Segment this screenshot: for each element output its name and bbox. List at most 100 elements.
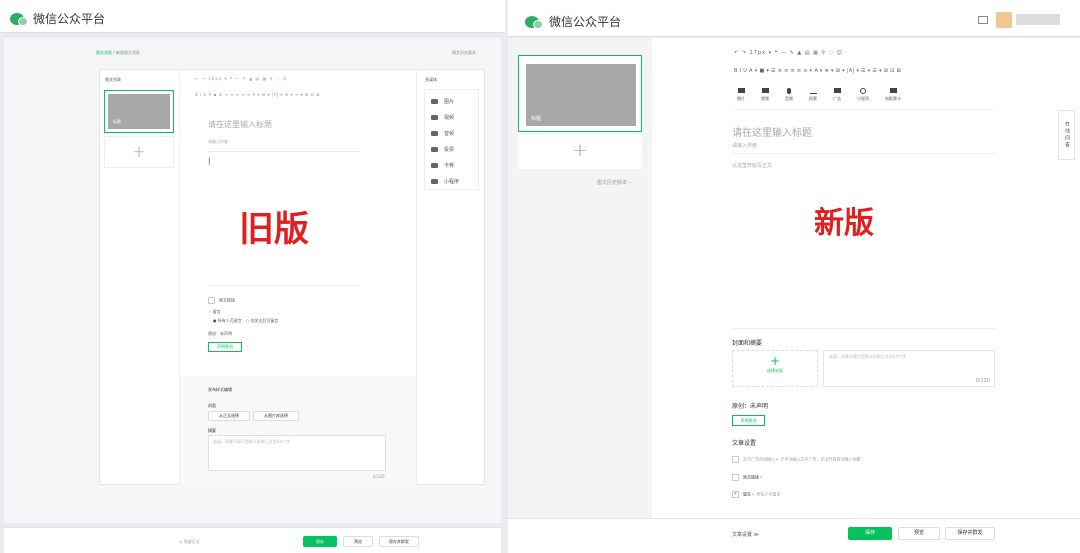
mail-icon[interactable] [978,16,988,24]
new-title-line [732,153,996,154]
new-media-video[interactable]: 视频 [756,86,774,102]
old-toolbar-row1[interactable]: ← → 16px ▾ ❝ — ✎ ▲ ▤ ▦ ⚲ ◌ ☺ [195,76,288,81]
ad-icon [833,88,841,93]
new-settings-link[interactable]: 文章设置 ≫ [732,531,759,538]
new-media-bar: 图片 视频 音频 投票 广告 小程序 电影票卡 [732,86,906,102]
avatar[interactable] [996,12,1012,28]
new-original-status: 原创：未声明 [732,403,769,410]
new-toolbar-divider [732,109,996,110]
old-save-send-button[interactable]: 保存并群发 [379,536,419,547]
old-summary-input[interactable]: 选填，如果不填写会默认抓取正文前54个字 [208,435,386,471]
old-media-divider [416,69,417,485]
new-comment-toggle[interactable]: ✓ 留言 › 所有人可留言 [732,491,780,498]
check-icon: ✓ [208,309,212,314]
old-cover-card[interactable]: 标题 [104,90,174,133]
old-preview-button[interactable]: 预览 [343,536,373,547]
video-icon [761,88,769,93]
radio-all[interactable]: ● 所有人可留言 [213,318,242,323]
old-from-article-button[interactable]: 从正文选择 [208,411,250,421]
new-save-send-button[interactable]: 保存并群发 [945,527,995,540]
new-summary-input[interactable]: 选填，如果不填写会默认抓取正文前54个字 0/120 [823,350,995,387]
new-media-miniprogram[interactable]: 小程序 [852,86,874,102]
old-cover-heading: 封面 [208,403,216,408]
new-version-label: 新版 [814,206,874,241]
old-summary-heading: 摘要 [208,428,216,433]
new-article-settings-heading: 文章设置 [732,440,757,447]
old-logo[interactable]: 微信公众平台 [10,10,105,27]
new-cover-card[interactable]: 标题 [518,55,642,132]
poll-icon [809,88,817,94]
new-declare-original-button[interactable]: 声明原创 [732,415,765,426]
new-ad-insert[interactable]: 文中广告自动插入 › 已手动插入文中广告，无法开启自动插入功能 [732,456,860,463]
old-summary-counter: 0/120 [373,474,385,479]
old-media-miniprogram[interactable]: 小程序 [431,178,459,185]
new-toolbar-row1[interactable]: ↶ ↷ 17px ▾ ❝ — ✎ ▲ ▤ ▦ ⚲ ◌ ☺ [734,50,843,56]
breadcrumb-home[interactable]: 图文消息 [96,50,112,55]
checkbox[interactable] [208,297,215,304]
poll-icon [431,147,438,152]
account-name [1016,14,1060,25]
checkbox[interactable] [732,456,739,463]
new-history-link[interactable]: 图文历史版本 › [597,179,631,186]
old-history-link[interactable]: 图文历史版本 [452,50,476,56]
old-breadcrumb: 图文消息 / 新建图文消息 [96,50,140,55]
new-logo[interactable]: 微信公众平台 [525,13,621,30]
new-save-button[interactable]: 保存 [848,527,892,540]
new-author-input[interactable]: 请输入作者 [732,142,757,149]
old-comment-toggle[interactable]: ✓ 留言 [208,309,221,315]
new-cover-summary-heading: 封面和摘要 [732,340,763,347]
old-media-video[interactable]: 视频 [431,114,454,121]
new-media-audio[interactable]: 音频 [780,86,798,102]
old-body-cursor[interactable]: | [208,157,210,165]
old-title-line [208,151,360,152]
movie-icon [889,88,897,93]
video-icon [431,115,438,120]
old-version-label: 旧版 [239,210,310,250]
old-media-card[interactable]: 卡券 [431,162,454,169]
wechat-logo-icon [10,12,28,26]
old-app-title: 微信公众平台 [33,12,106,26]
old-list-title: 图文列表 [105,77,121,82]
new-app-title: 微信公众平台 [549,15,622,29]
old-save-button[interactable]: 保存 [303,536,337,547]
old-media-poll[interactable]: 投票 [431,146,454,153]
new-media-image[interactable]: 图片 [732,86,750,102]
old-media-audio[interactable]: 音频 [431,130,454,137]
old-media-title: 多媒体 [425,77,437,82]
plus-icon: + [769,354,781,368]
new-preview-button[interactable]: 预览 [898,527,940,540]
old-publish-title: 发布样式编辑 [208,387,232,392]
old-comment-options: ● 所有人可留言 ○ 仅关注后可留言 [213,318,278,324]
old-add-article-button[interactable]: + [104,136,174,168]
wechat-logo-icon [525,15,543,29]
old-original-link[interactable]: 原文链接 [208,297,235,304]
new-title-input[interactable]: 请在这里输入标题 [732,124,812,139]
old-media-image[interactable]: 图片 [431,98,454,105]
old-media-panel: 图片 视频 音频 投票 卡券 小程序 [424,89,479,190]
new-body-line [732,328,996,329]
radio-follow[interactable]: ○ 仅关注后可留言 [246,318,279,323]
miniprogram-icon [860,88,866,94]
new-body-input[interactable]: 从这里开始写正文 [732,162,772,169]
new-media-movie[interactable]: 电影票卡 [880,86,906,102]
new-media-ad[interactable]: 广告 [828,86,846,102]
old-toolbar-row2[interactable]: B I U A ▪ ☰ ≡ ≡ ≡ ≡ ≡ A ▾ ⊞ ▾ |A| ▾ ☰ ▾ … [195,92,320,97]
new-toolbar-row2[interactable]: B I U A ▾ ■ ▾ ☰ ≡ ≡ ≡ ≡ ≡ ▾ A ▾ ≣ ▾ ⊞ ▾ … [734,68,901,74]
checkbox-checked[interactable]: ✓ [732,491,739,498]
card-icon [431,163,438,168]
cover-image: 标题 [526,64,636,126]
old-declare-original-button[interactable]: 声明原创 [208,342,242,352]
old-title-input[interactable]: 请在这里输入标题 [208,119,272,130]
audio-icon [431,131,438,136]
new-media-poll[interactable]: 投票 [804,86,822,102]
old-autosave[interactable]: ◎ 保留正文 [179,539,200,545]
new-original-link[interactable]: 原文链接 › [732,474,762,481]
online-qa-tab[interactable]: 在线问答 [1058,110,1075,160]
old-author-input[interactable]: 请输入作者 [208,139,228,145]
old-bottom-bar [4,527,501,553]
new-select-cover-button[interactable]: + 选择封面 [732,350,818,387]
old-body-line [208,285,360,286]
checkbox[interactable] [732,474,739,481]
old-from-library-button[interactable]: 从图片库选择 [253,411,299,421]
new-add-article-button[interactable]: + [518,134,642,169]
